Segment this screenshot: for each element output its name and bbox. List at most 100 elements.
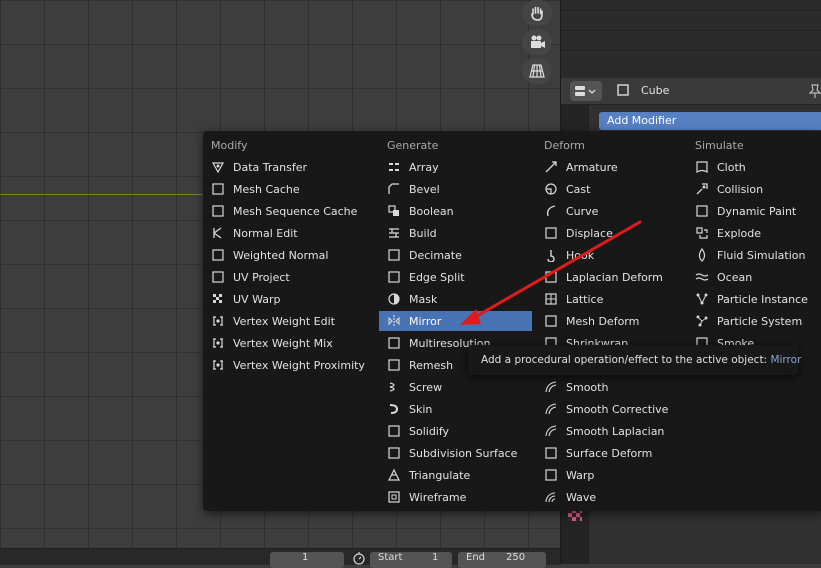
- menu-item-collision[interactable]: Collision: [687, 179, 819, 199]
- menu-item-label: Fluid Simulation: [717, 248, 806, 262]
- menu-item-mesh-sequence-cache[interactable]: Mesh Sequence Cache: [203, 201, 377, 221]
- triangulate-icon: [387, 468, 401, 482]
- particle-system-icon: [695, 314, 709, 328]
- menu-item-fluid-simulation[interactable]: Fluid Simulation: [687, 245, 819, 265]
- grid-icon[interactable]: [522, 58, 552, 84]
- menu-item-mask[interactable]: Mask: [379, 289, 532, 309]
- menu-item-smooth-laplacian[interactable]: Smooth Laplacian: [536, 421, 684, 441]
- menu-item-ocean[interactable]: Ocean: [687, 267, 819, 287]
- menu-item-mesh-cache[interactable]: Mesh Cache: [203, 179, 377, 199]
- current-frame-field[interactable]: 1: [270, 552, 344, 568]
- menu-item-skin[interactable]: Skin: [379, 399, 532, 419]
- menu-item-smooth-corrective[interactable]: Smooth Corrective: [536, 399, 684, 419]
- menu-item-armature[interactable]: Armature: [536, 157, 684, 177]
- menu-item-label: Normal Edit: [233, 226, 298, 240]
- menu-item-particle-system[interactable]: Particle System: [687, 311, 819, 331]
- lattice-icon: [544, 292, 558, 306]
- normal-edit-icon: [211, 226, 225, 240]
- menu-item-cast[interactable]: Cast: [536, 179, 684, 199]
- menu-item-subdivision-surface[interactable]: Subdivision Surface: [379, 443, 532, 463]
- pin-icon[interactable]: [808, 84, 821, 101]
- menu-item-explode[interactable]: Explode: [687, 223, 819, 243]
- subdivision-surface-icon: [387, 446, 401, 460]
- menu-item-vertex-weight-edit[interactable]: Vertex Weight Edit: [203, 311, 377, 331]
- menu-item-wireframe[interactable]: Wireframe: [379, 487, 532, 507]
- menu-item-label: Mask: [409, 292, 438, 306]
- laplacian-deform-icon: [544, 270, 558, 284]
- outliner-panel: [560, 0, 821, 78]
- menu-item-decimate[interactable]: Decimate: [379, 245, 532, 265]
- uv-project-icon: [211, 270, 225, 284]
- menu-item-data-transfer[interactable]: Data Transfer: [203, 157, 377, 177]
- smooth-icon: [544, 424, 558, 438]
- menu-item-label: Hook: [566, 248, 595, 262]
- editor-type-dropdown[interactable]: [570, 81, 602, 101]
- tooltip-text: Add a procedural operation/effect to the…: [481, 354, 768, 366]
- wireframe-icon: [387, 490, 401, 504]
- menu-item-mesh-deform[interactable]: Mesh Deform: [536, 311, 684, 331]
- menu-item-warp[interactable]: Warp: [536, 465, 684, 485]
- menu-item-hook[interactable]: Hook: [536, 245, 684, 265]
- smooth-icon: [544, 402, 558, 416]
- menu-item-vertex-weight-proximity[interactable]: Vertex Weight Proximity: [203, 355, 377, 375]
- hand-icon[interactable]: [522, 0, 552, 26]
- menu-item-weighted-normal[interactable]: Weighted Normal: [203, 245, 377, 265]
- menu-item-particle-instance[interactable]: Particle Instance: [687, 289, 819, 309]
- screw-icon: [387, 380, 401, 394]
- cloth-icon: [695, 160, 709, 174]
- menu-item-label: Collision: [717, 182, 764, 196]
- menu-item-surface-deform[interactable]: Surface Deform: [536, 443, 684, 463]
- weighted-normal-icon: [211, 248, 225, 262]
- menu-item-label: UV Warp: [233, 292, 281, 306]
- menu-item-label: Subdivision Surface: [409, 446, 518, 460]
- texture-tab-icon[interactable]: [568, 509, 582, 524]
- menu-item-solidify[interactable]: Solidify: [379, 421, 532, 441]
- menu-item-curve[interactable]: Curve: [536, 201, 684, 221]
- menu-item-label: Mirror: [409, 314, 442, 328]
- menu-item-dynamic-paint[interactable]: Dynamic Paint: [687, 201, 819, 221]
- menu-item-label: Smooth: [566, 380, 609, 394]
- menu-item-cloth[interactable]: Cloth: [687, 157, 819, 177]
- stopwatch-icon[interactable]: [352, 551, 366, 568]
- menu-item-normal-edit[interactable]: Normal Edit: [203, 223, 377, 243]
- end-frame-field[interactable]: End 250: [458, 552, 546, 568]
- boolean-icon: [387, 204, 401, 218]
- menu-item-smooth[interactable]: Smooth: [536, 377, 684, 397]
- menu-item-label: Build: [409, 226, 437, 240]
- add-modifier-button[interactable]: Add Modifier: [599, 112, 821, 130]
- menu-item-screw[interactable]: Screw: [379, 377, 532, 397]
- menu-item-label: Screw: [409, 380, 443, 394]
- menu-item-wave[interactable]: Wave: [536, 487, 684, 507]
- mask-icon: [387, 292, 401, 306]
- menu-item-lattice[interactable]: Lattice: [536, 289, 684, 309]
- menu-item-label: Solidify: [409, 424, 450, 438]
- menu-item-mirror[interactable]: Mirror: [379, 311, 532, 331]
- menu-item-uv-project[interactable]: UV Project: [203, 267, 377, 287]
- menu-item-boolean[interactable]: Boolean: [379, 201, 532, 221]
- menu-heading-simulate: Simulate: [695, 139, 744, 152]
- tooltip: Add a procedural operation/effect to the…: [468, 345, 801, 375]
- menu-item-label: Curve: [566, 204, 599, 218]
- menu-item-uv-warp[interactable]: UV Warp: [203, 289, 377, 309]
- armature-icon: [544, 160, 558, 174]
- camera-icon[interactable]: [522, 29, 552, 55]
- menu-item-label: Wave: [566, 490, 597, 504]
- menu-item-label: Bevel: [409, 182, 440, 196]
- menu-item-label: Smooth Corrective: [566, 402, 669, 416]
- ocean-icon: [695, 270, 709, 284]
- menu-item-label: Wireframe: [409, 490, 467, 504]
- menu-item-label: Dynamic Paint: [717, 204, 797, 218]
- start-frame-field[interactable]: Start 1: [370, 552, 452, 568]
- menu-item-edge-split[interactable]: Edge Split: [379, 267, 532, 287]
- menu-item-label: Mesh Cache: [233, 182, 300, 196]
- wave-icon: [544, 490, 558, 504]
- menu-item-triangulate[interactable]: Triangulate: [379, 465, 532, 485]
- decimate-icon: [387, 248, 401, 262]
- explode-icon: [695, 226, 709, 240]
- menu-item-build[interactable]: Build: [379, 223, 532, 243]
- menu-item-array[interactable]: Array: [379, 157, 532, 177]
- menu-item-displace[interactable]: Displace: [536, 223, 684, 243]
- menu-item-vertex-weight-mix[interactable]: Vertex Weight Mix: [203, 333, 377, 353]
- menu-item-laplacian-deform[interactable]: Laplacian Deform: [536, 267, 684, 287]
- menu-item-bevel[interactable]: Bevel: [379, 179, 532, 199]
